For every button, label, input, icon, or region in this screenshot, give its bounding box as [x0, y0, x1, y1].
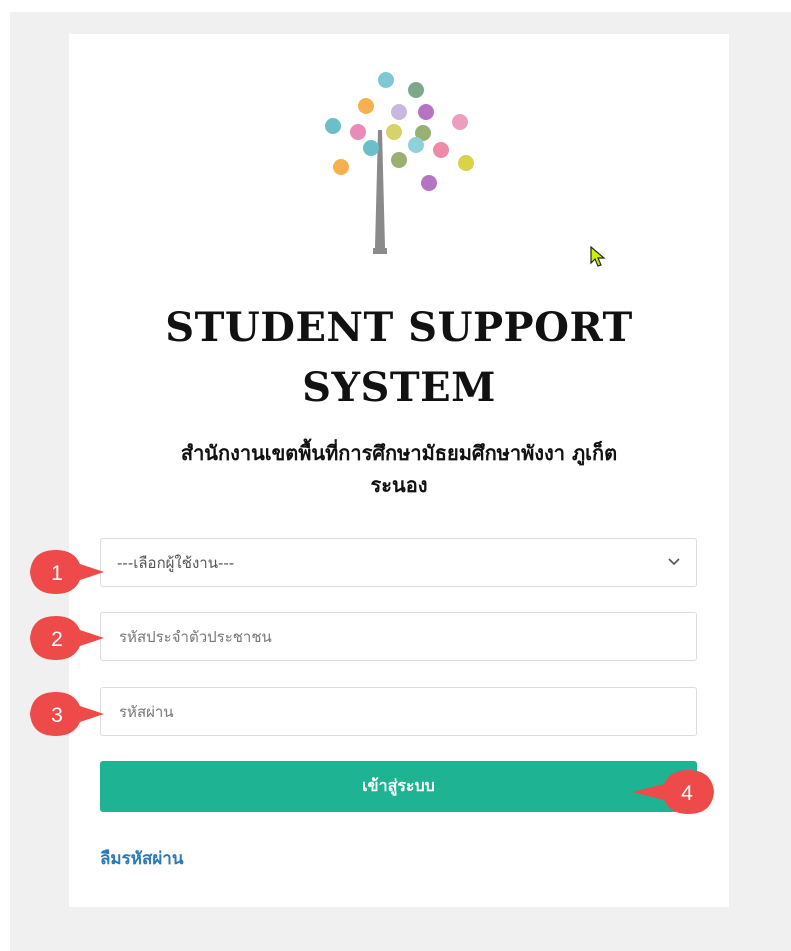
login-button[interactable]: เข้าสู่ระบบ	[100, 761, 697, 812]
user-type-selected-value: ---เลือกผู้ใช้งาน---	[117, 553, 235, 572]
user-type-select[interactable]: ---เลือกผู้ใช้งาน---	[100, 538, 697, 587]
forgot-password-link[interactable]: ลืมรหัสผ่าน	[100, 845, 183, 872]
title-line-1: STUDENT SUPPORT	[165, 304, 633, 351]
callout-3-number: 3	[51, 704, 63, 727]
login-button-label: เข้าสู่ระบบ	[362, 776, 435, 795]
callout-4-number: 4	[681, 782, 693, 805]
chevron-down-icon	[668, 555, 680, 570]
page-title: STUDENT SUPPORT SYSTEM	[69, 298, 729, 418]
subtitle-line-2: ระนอง	[370, 473, 428, 497]
password-input[interactable]	[117, 701, 680, 722]
callout-2-number: 2	[51, 628, 63, 651]
mouse-cursor-icon	[590, 246, 606, 267]
citizen-id-input[interactable]	[117, 626, 680, 647]
title-line-2: SYSTEM	[302, 364, 496, 411]
callout-2: 2	[30, 616, 104, 660]
callout-4: 4	[632, 770, 714, 814]
password-field[interactable]	[100, 687, 697, 736]
callout-3: 3	[30, 692, 104, 736]
subtitle-line-1: สำนักงานเขตพื้นที่การศึกษามัธยมศึกษาพังง…	[180, 441, 618, 465]
callout-1-number: 1	[51, 562, 63, 585]
organization-subtitle: สำนักงานเขตพื้นที่การศึกษามัธยมศึกษาพังง…	[69, 437, 729, 501]
tree-logo	[325, 72, 474, 254]
callout-1: 1	[30, 550, 104, 594]
citizen-id-field[interactable]	[100, 612, 697, 661]
